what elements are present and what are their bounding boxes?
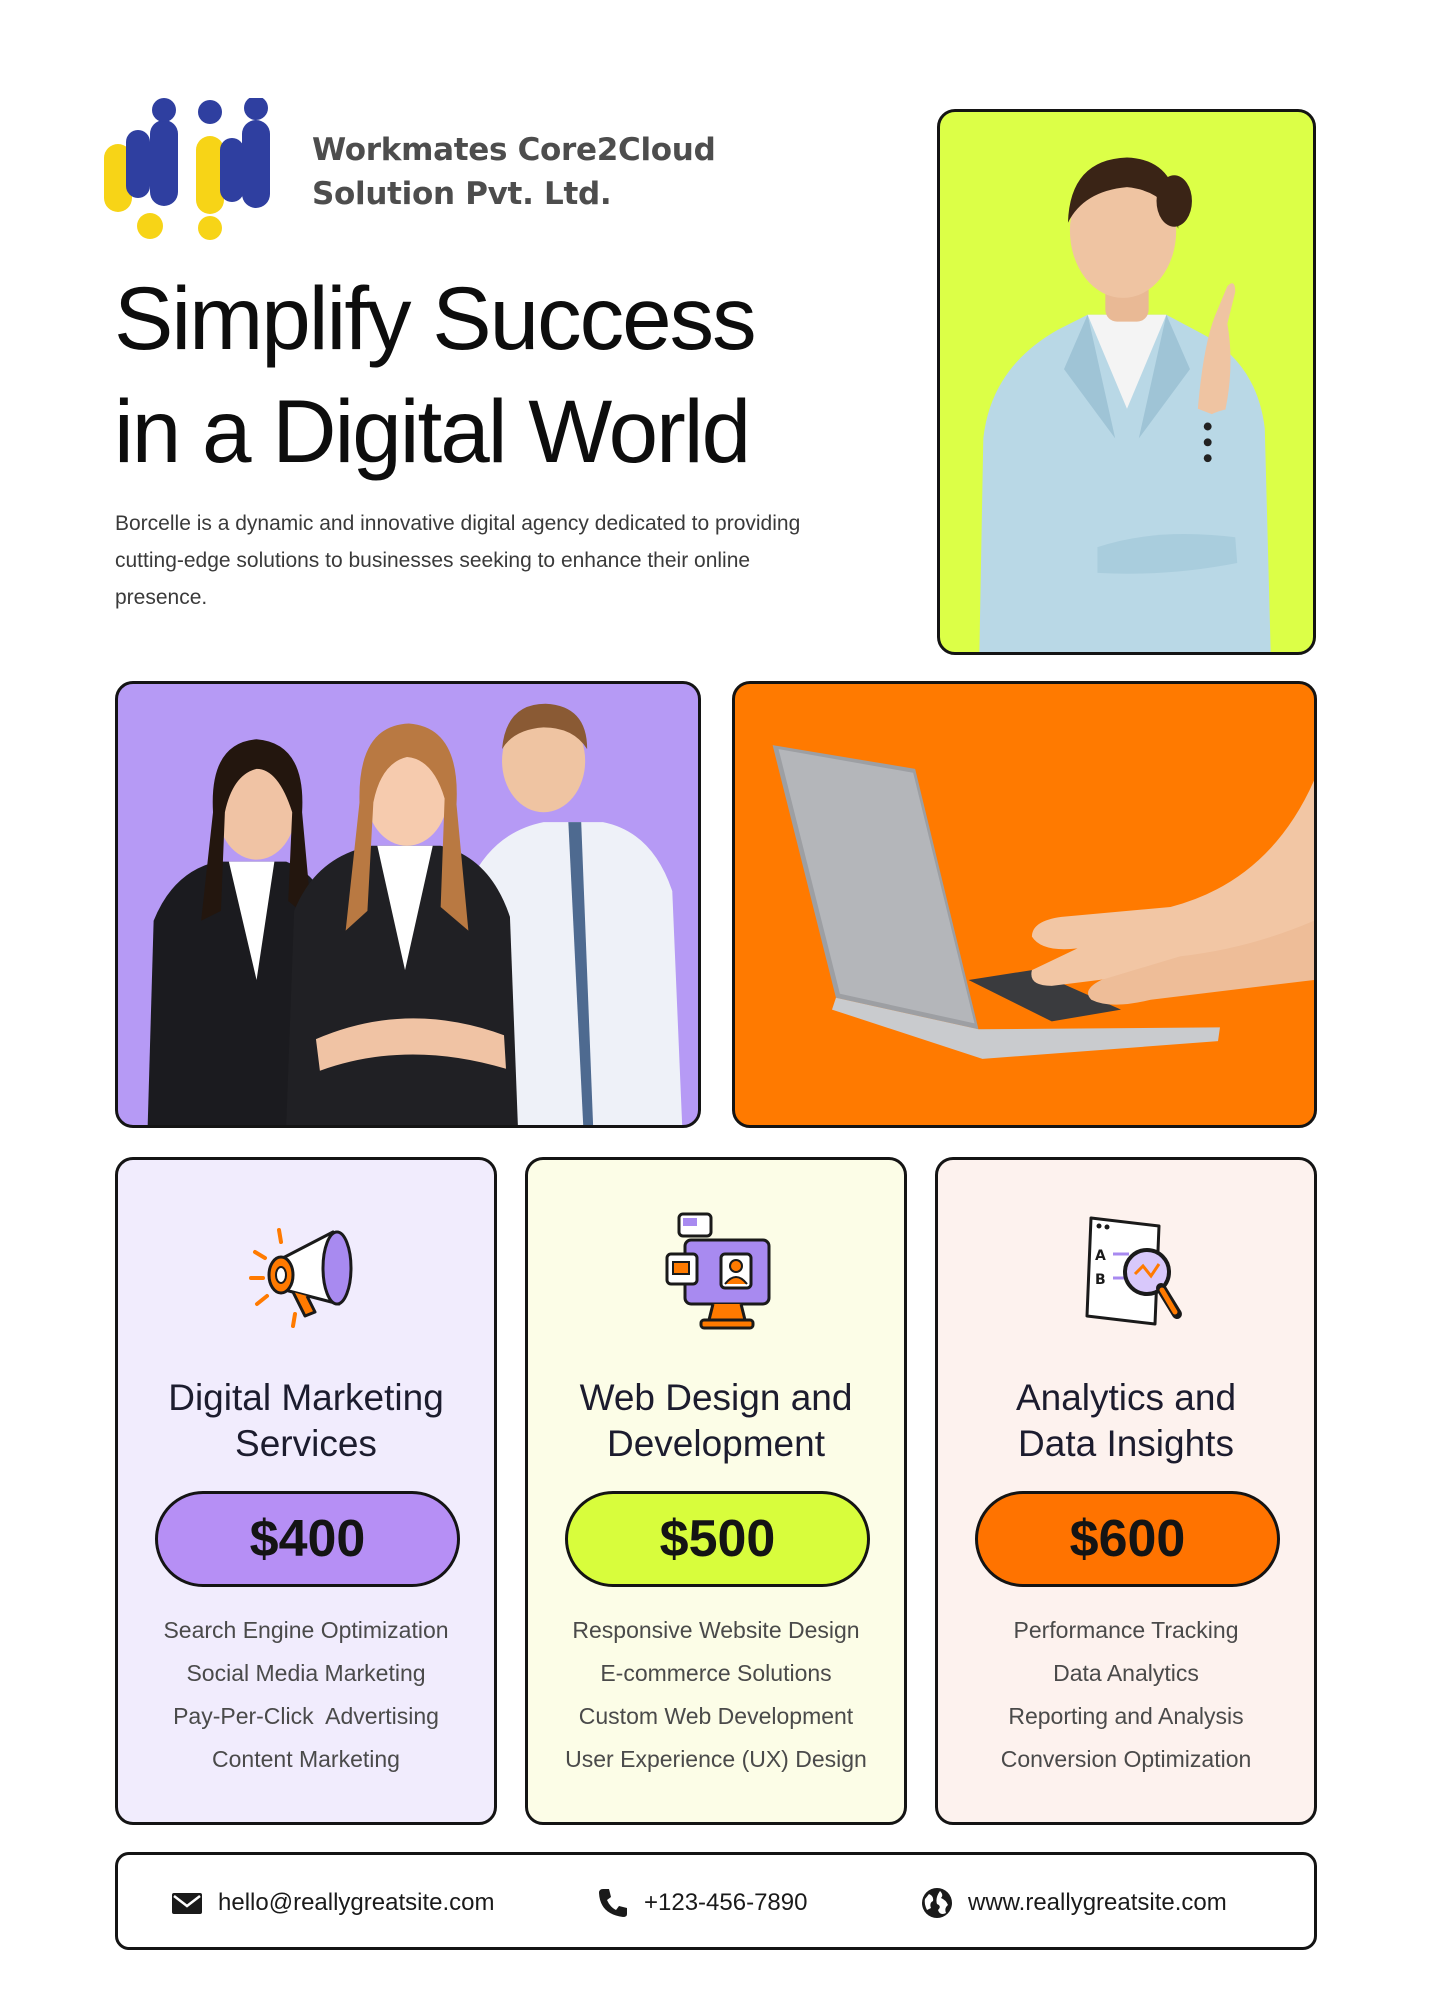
- contact-website[interactable]: www.reallygreatsite.com: [920, 1886, 1227, 1920]
- service-title-line-2: Data Insights: [1018, 1423, 1234, 1464]
- service-title: Web Design and Development: [528, 1375, 904, 1467]
- contact-bar: hello@reallygreatsite.com +123-456-7890 …: [115, 1852, 1317, 1950]
- company-name-line-2: Solution Pvt. Ltd.: [312, 176, 612, 212]
- megaphone-icon: [249, 1208, 369, 1338]
- service-card-web-design: Web Design and Development $500 Responsi…: [525, 1157, 907, 1825]
- analytics-magnifier-icon: A B: [1069, 1208, 1189, 1338]
- page-title: Simplify Success in a Digital World: [114, 262, 757, 488]
- feature-item: Social Media Marketing: [186, 1660, 426, 1686]
- feature-item: Responsive Website Design: [572, 1617, 860, 1643]
- web-design-icon: [659, 1208, 779, 1338]
- headline-line-1: Simplify Success: [114, 268, 757, 368]
- contact-email[interactable]: hello@reallygreatsite.com: [170, 1886, 494, 1920]
- intro-paragraph: Borcelle is a dynamic and innovative dig…: [115, 512, 801, 609]
- company-name: Workmates Core2Cloud Solution Pvt. Ltd.: [312, 128, 716, 216]
- contact-phone[interactable]: +123-456-7890: [596, 1886, 807, 1920]
- service-title-line-2: Development: [606, 1423, 825, 1464]
- feature-item: Data Analytics: [1053, 1660, 1199, 1686]
- feature-list: Search Engine Optimization Social Media …: [118, 1609, 494, 1781]
- businesswoman-photo: [937, 109, 1316, 655]
- feature-item: Search Engine Optimization: [163, 1617, 449, 1643]
- price-pill[interactable]: $600: [975, 1491, 1280, 1587]
- feature-item: Reporting and Analysis: [1008, 1703, 1244, 1729]
- svg-text:B: B: [1095, 1272, 1106, 1288]
- service-card-digital-marketing: Digital Marketing Services $400 Search E…: [115, 1157, 497, 1825]
- feature-item: E-commerce Solutions: [600, 1660, 832, 1686]
- service-title: Analytics and Data Insights: [938, 1375, 1314, 1467]
- feature-list: Performance Tracking Data Analytics Repo…: [938, 1609, 1314, 1781]
- price-pill[interactable]: $500: [565, 1491, 870, 1587]
- service-title-line-2: Services: [235, 1423, 377, 1464]
- laptop-typing-photo: [732, 681, 1317, 1128]
- svg-text:A: A: [1095, 1248, 1106, 1264]
- company-logo: [100, 96, 290, 240]
- business-team-photo: [115, 681, 701, 1128]
- phone-text[interactable]: +123-456-7890: [644, 1889, 807, 1917]
- feature-item: Conversion Optimization: [1000, 1746, 1252, 1772]
- feature-item: Custom Web Development: [578, 1703, 854, 1729]
- globe-icon: [920, 1886, 954, 1920]
- phone-icon: [596, 1886, 630, 1920]
- price-pill[interactable]: $400: [155, 1491, 460, 1587]
- email-text[interactable]: hello@reallygreatsite.com: [218, 1889, 494, 1917]
- feature-item: Pay-Per-Click Advertising: [173, 1703, 439, 1729]
- envelope-icon: [170, 1886, 204, 1920]
- feature-item: Content Marketing: [212, 1746, 400, 1772]
- feature-list: Responsive Website Design E-commerce Sol…: [528, 1609, 904, 1781]
- headline-line-2: in a Digital World: [114, 381, 751, 481]
- feature-item: User Experience (UX) Design: [565, 1746, 867, 1772]
- service-title-line-1: Digital Marketing: [168, 1377, 444, 1418]
- service-title: Digital Marketing Services: [118, 1375, 494, 1467]
- feature-item: Performance Tracking: [1013, 1617, 1239, 1643]
- service-title-line-1: Web Design and: [579, 1377, 853, 1418]
- company-name-line-1: Workmates Core2Cloud: [312, 132, 716, 168]
- service-card-analytics: A B Analytics and Data Insights $600 Per…: [935, 1157, 1317, 1825]
- service-title-line-1: Analytics and: [1015, 1377, 1237, 1418]
- website-text[interactable]: www.reallygreatsite.com: [968, 1889, 1227, 1917]
